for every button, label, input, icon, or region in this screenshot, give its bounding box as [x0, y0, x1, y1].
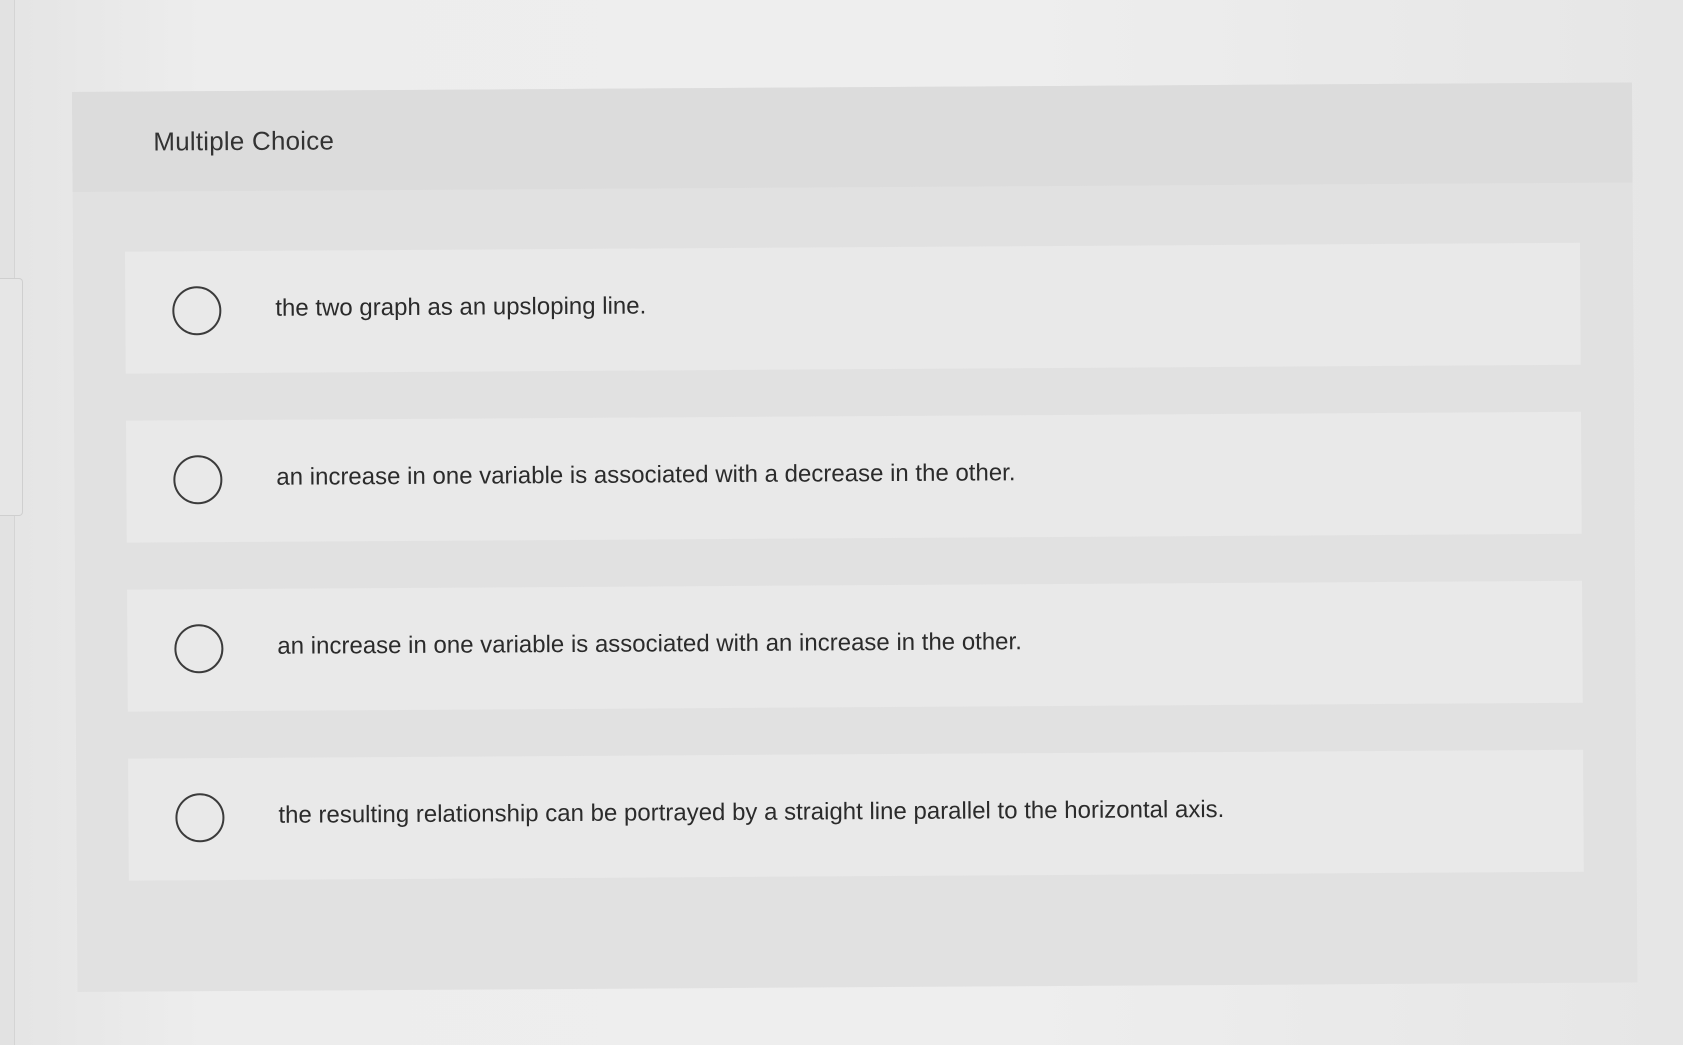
left-rail: [0, 0, 15, 1045]
question-type-title: Multiple Choice: [153, 125, 335, 157]
answer-options: the two graph as an upsloping line. an i…: [124, 242, 1584, 928]
question-header: Multiple Choice: [72, 82, 1633, 192]
answer-option-label[interactable]: the resulting relationship can be portra…: [278, 796, 1224, 830]
radio-button-icon[interactable]: [175, 793, 225, 843]
radio-button-icon[interactable]: [174, 624, 224, 674]
answer-option-label[interactable]: an increase in one variable is associate…: [277, 628, 1022, 661]
left-side-tab[interactable]: [0, 278, 23, 516]
radio-button-icon[interactable]: [173, 455, 223, 505]
question-card: Multiple Choice the two graph as an upsl…: [72, 82, 1638, 992]
answer-option-4[interactable]: the resulting relationship can be portra…: [128, 749, 1584, 881]
answer-option-3[interactable]: an increase in one variable is associate…: [127, 580, 1583, 712]
radio-button-icon[interactable]: [172, 286, 222, 336]
answer-option-label[interactable]: the two graph as an upsloping line.: [275, 292, 646, 322]
answer-option-1[interactable]: the two graph as an upsloping line.: [124, 242, 1581, 374]
answer-option-2[interactable]: an increase in one variable is associate…: [126, 411, 1582, 543]
answer-option-label[interactable]: an increase in one variable is associate…: [276, 459, 1015, 492]
